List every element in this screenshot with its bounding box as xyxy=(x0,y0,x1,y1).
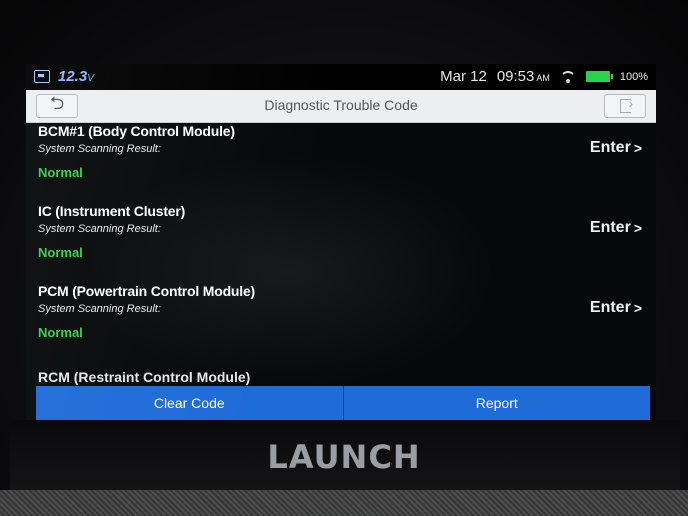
scan-status: Normal xyxy=(38,325,83,340)
device-grille xyxy=(0,490,688,516)
battery-percent: 100% xyxy=(619,70,648,83)
scan-result-label: System Scanning Result: xyxy=(38,223,161,235)
module-row-bcm: BCM#1 (Body Control Module) System Scann… xyxy=(38,123,644,201)
scan-result-label: System Scanning Result: xyxy=(38,303,161,315)
wifi-icon xyxy=(559,70,576,83)
scan-tool-device: 12.3V Mar 12 09:53 AM 100% ⮌ Diagnostic T… xyxy=(0,0,688,516)
module-list[interactable]: BCM#1 (Body Control Module) System Scann… xyxy=(26,123,656,385)
exit-button[interactable] xyxy=(604,94,646,118)
clear-code-button[interactable]: Clear Code xyxy=(36,386,344,420)
enter-button[interactable]: Enter > xyxy=(590,299,642,317)
status-bar: 12.3V Mar 12 09:53 AM 100% xyxy=(26,64,656,90)
vci-connector-icon xyxy=(34,70,50,83)
device-brand-logo: LAUNCH xyxy=(267,438,421,476)
chevron-right-icon: > xyxy=(633,140,642,156)
enter-button[interactable]: Enter > xyxy=(590,139,642,157)
exit-icon xyxy=(619,95,633,113)
module-row-pcm: PCM (Powertrain Control Module) System S… xyxy=(38,283,644,361)
scan-status: Normal xyxy=(38,165,83,180)
enter-label: Enter xyxy=(589,219,631,236)
scan-result-label: System Scanning Result: xyxy=(38,143,161,155)
battery-voltage: 12.3V xyxy=(58,68,94,85)
enter-label: Enter xyxy=(589,299,631,316)
title-bar: ⮌ Diagnostic Trouble Code xyxy=(26,90,656,123)
enter-button[interactable]: Enter > xyxy=(590,219,642,237)
status-time: 09:53 AM xyxy=(496,68,550,85)
module-name: BCM#1 (Body Control Module) xyxy=(38,123,235,139)
device-screen: 12.3V Mar 12 09:53 AM 100% ⮌ Diagnostic T… xyxy=(26,64,656,422)
chevron-right-icon: > xyxy=(633,220,642,236)
battery-icon xyxy=(585,71,613,82)
action-bar: Clear Code Report xyxy=(36,386,650,420)
module-row-rcm-partial[interactable]: RCM (Restraint Control Module) xyxy=(38,369,250,385)
report-button[interactable]: Report xyxy=(343,386,650,420)
status-date: Mar 12 xyxy=(440,68,487,85)
page-title: Diagnostic Trouble Code xyxy=(264,97,418,113)
module-name: IC (Instrument Cluster) xyxy=(38,203,186,219)
chevron-right-icon: > xyxy=(633,300,642,316)
scan-status: Normal xyxy=(38,245,83,260)
enter-label: Enter xyxy=(589,139,631,156)
module-row-ic: IC (Instrument Cluster) System Scanning … xyxy=(38,203,644,281)
module-name: PCM (Powertrain Control Module) xyxy=(38,283,256,299)
